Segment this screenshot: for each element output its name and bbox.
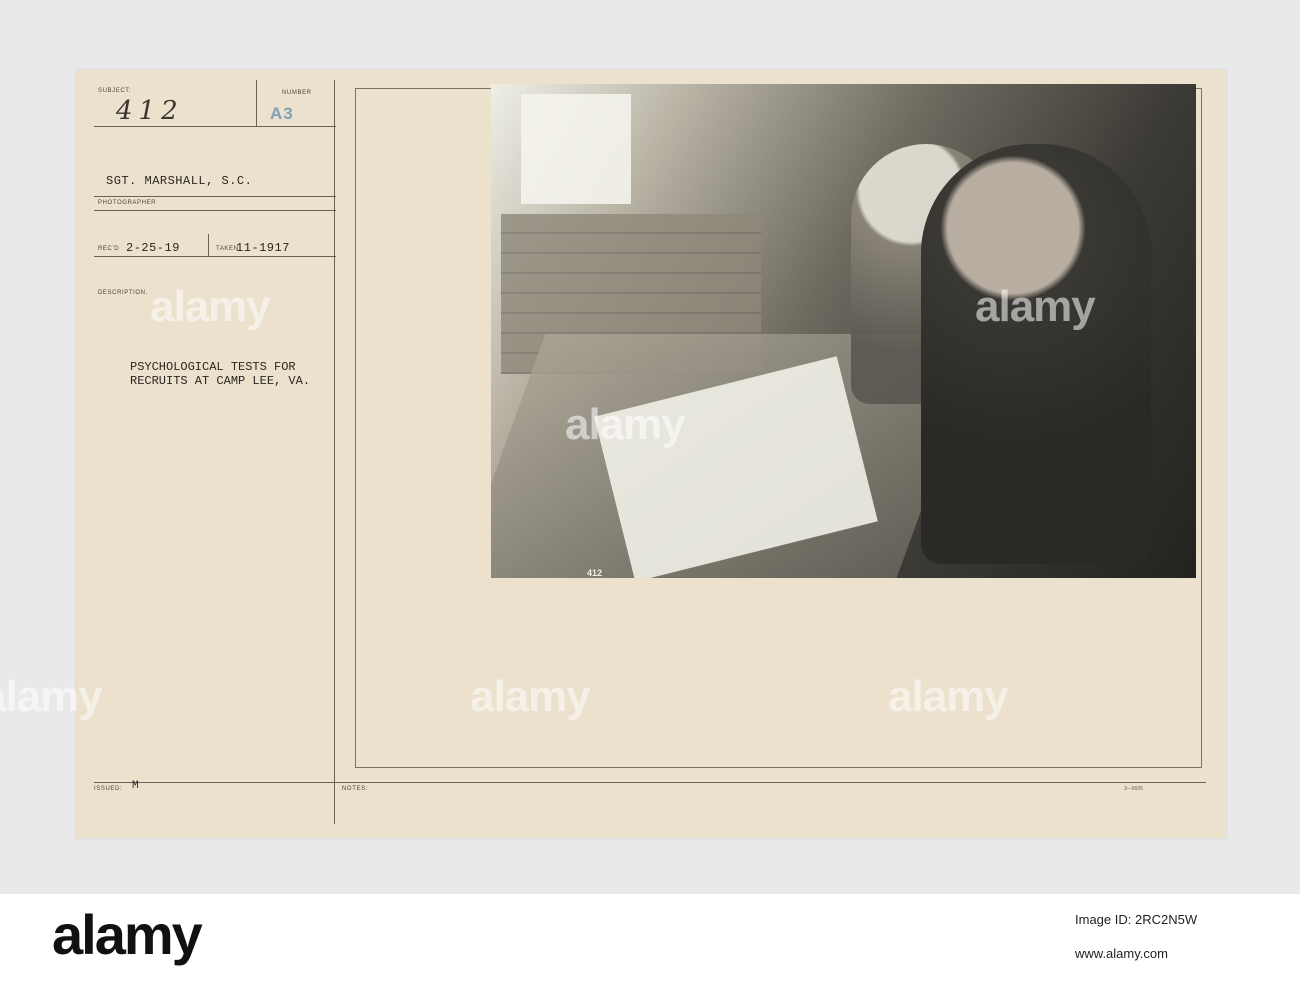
description-label: DESCRIPTION. (98, 290, 148, 296)
photo-window (521, 94, 631, 204)
archive-card: SUBJECT: 412 NUMBER A3 SGT. MARSHALL, S.… (76, 70, 1226, 838)
divider (208, 234, 209, 256)
divider (94, 196, 336, 197)
watermark: alamy (888, 672, 1009, 721)
stock-url[interactable]: www.alamy.com (1075, 946, 1168, 961)
watermark: alamy (150, 282, 271, 331)
stock-logo[interactable]: alamy (52, 902, 203, 967)
photo-caption: 412 (587, 568, 603, 578)
divider (94, 782, 1206, 783)
issued-value: M (132, 780, 140, 792)
photographer-label: PHOTOGRAPHER (98, 200, 157, 206)
form-number: 3—5605 (1124, 786, 1143, 792)
photo-recruit-foreground (921, 144, 1151, 564)
watermark: alamy (565, 400, 686, 449)
watermark: alamy (975, 282, 1096, 331)
divider (94, 210, 336, 211)
watermark: alamy (0, 672, 103, 721)
recd-label: REC'D (98, 246, 120, 252)
image-id: Image ID: 2RC2N5W (1075, 912, 1198, 927)
subject-value: 412 (116, 96, 184, 126)
watermark: alamy (470, 672, 591, 721)
photographer-value: SGT. MARSHALL, S.C. (106, 174, 253, 188)
divider (334, 80, 335, 824)
number-label: NUMBER (282, 90, 312, 96)
number-value: A3 (270, 104, 294, 123)
divider (256, 80, 257, 126)
issued-label: ISSUED: (94, 786, 123, 792)
divider (94, 256, 336, 257)
notes-label: NOTES: (342, 786, 368, 792)
taken-value: 11-1917 (236, 241, 290, 255)
description-text: PSYCHOLOGICAL TESTS FOR RECRUITS AT CAMP… (130, 360, 311, 388)
subject-label: SUBJECT: (98, 88, 132, 94)
divider (94, 126, 336, 127)
stock-footer: alamy Image ID: 2RC2N5W www.alamy.com (0, 894, 1300, 982)
recd-value: 2-25-19 (126, 241, 180, 255)
